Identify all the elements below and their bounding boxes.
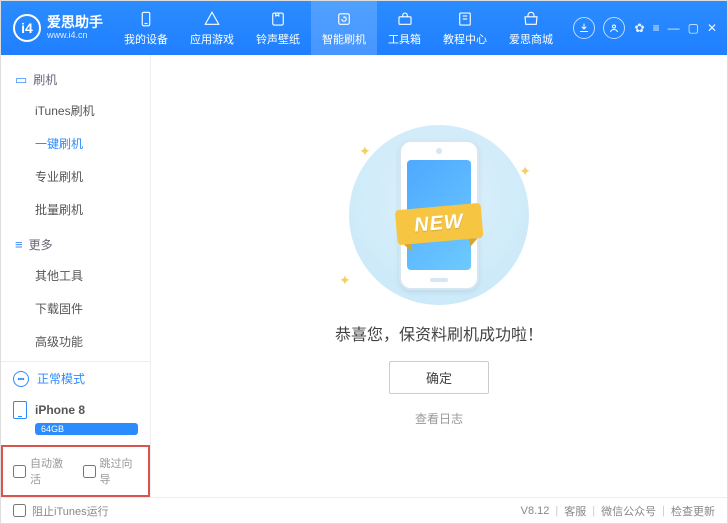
- success-illustration: ✦✦✦ NEW: [329, 125, 549, 305]
- mode-icon: [13, 371, 29, 387]
- service-link[interactable]: 客服: [564, 503, 586, 519]
- sidebar-item[interactable]: 高级功能: [1, 325, 150, 358]
- maximize-icon[interactable]: ▢: [688, 21, 699, 35]
- app-url: www.i4.cn: [47, 31, 103, 41]
- tab-label: 智能刷机: [322, 31, 366, 47]
- menu-icon[interactable]: ≡: [653, 21, 660, 35]
- logo-icon: i4: [13, 14, 41, 42]
- content-area: ✦✦✦ NEW 恭喜您，保资料刷机成功啦！ 确定 查看日志: [151, 55, 727, 497]
- success-text: 恭喜您，保资料刷机成功啦！: [335, 321, 543, 345]
- section-icon: ▭: [15, 72, 27, 88]
- sidebar-section-title[interactable]: ▭刷机: [1, 65, 150, 94]
- book-icon: [456, 10, 474, 28]
- refresh-icon: [335, 10, 353, 28]
- tab-label: 我的设备: [124, 31, 168, 47]
- app-window: i4 爱思助手 www.i4.cn 我的设备 应用游戏 铃声壁纸 智能刷机 工具箱 教程中…: [0, 0, 728, 524]
- app-title: 爱思助手: [47, 15, 103, 30]
- header: i4 爱思助手 www.i4.cn 我的设备 应用游戏 铃声壁纸 智能刷机 工具箱 教程中…: [1, 1, 727, 55]
- auto-activate-check[interactable]: 自动激活: [13, 455, 69, 487]
- device-info[interactable]: iPhone 8 64GB: [1, 395, 150, 445]
- tab-shop[interactable]: 爱思商城: [498, 1, 564, 55]
- phone-icon: [137, 10, 155, 28]
- tab-apps[interactable]: 应用游戏: [179, 1, 245, 55]
- app-logo[interactable]: i4 爱思助手 www.i4.cn: [1, 14, 113, 42]
- ok-button[interactable]: 确定: [389, 361, 489, 394]
- version-label: V8.12: [521, 505, 550, 517]
- sidebar-item[interactable]: 下载固件: [1, 292, 150, 325]
- device-phone-icon: [13, 401, 27, 419]
- apps-icon: [203, 10, 221, 28]
- section-icon: ≡: [15, 237, 23, 252]
- sidebar-item[interactable]: 专业刷机: [1, 160, 150, 193]
- tab-label: 工具箱: [388, 31, 421, 47]
- ribbon-label: NEW: [395, 203, 483, 245]
- tab-note[interactable]: 铃声壁纸: [245, 1, 311, 55]
- tab-label: 应用游戏: [190, 31, 234, 47]
- tab-label: 教程中心: [443, 31, 487, 47]
- close-icon[interactable]: ✕: [707, 21, 717, 35]
- mode-selector[interactable]: 正常模式: [1, 362, 150, 395]
- sidebar-item[interactable]: iTunes刷机: [1, 94, 150, 127]
- shop-icon: [522, 10, 540, 28]
- minimize-icon[interactable]: —: [668, 21, 680, 35]
- sidebar-bottom: 正常模式 iPhone 8 64GB 自动激活 跳过向导: [1, 361, 150, 497]
- tab-phone[interactable]: 我的设备: [113, 1, 179, 55]
- wechat-link[interactable]: 微信公众号: [601, 503, 656, 519]
- body: ▭刷机iTunes刷机一键刷机专业刷机批量刷机 ≡更多其他工具下载固件高级功能 正…: [1, 55, 727, 497]
- tab-refresh[interactable]: 智能刷机: [311, 1, 377, 55]
- window-controls: ✿ ≡ — ▢ ✕: [635, 1, 727, 55]
- update-link[interactable]: 检查更新: [671, 503, 715, 519]
- sidebar-item[interactable]: 其他工具: [1, 259, 150, 292]
- device-storage-badge: 64GB: [35, 423, 138, 435]
- device-name: iPhone 8: [35, 403, 85, 417]
- header-right-icons: [569, 17, 635, 39]
- sidebar: ▭刷机iTunes刷机一键刷机专业刷机批量刷机 ≡更多其他工具下载固件高级功能 正…: [1, 55, 151, 497]
- sidebar-checks: 自动激活 跳过向导: [1, 445, 150, 497]
- sidebar-section-title[interactable]: ≡更多: [1, 230, 150, 259]
- download-icon[interactable]: [573, 17, 595, 39]
- skip-wizard-check[interactable]: 跳过向导: [83, 455, 139, 487]
- sidebar-item[interactable]: 一键刷机: [1, 127, 150, 160]
- tab-label: 铃声壁纸: [256, 31, 300, 47]
- tab-book[interactable]: 教程中心: [432, 1, 498, 55]
- note-icon: [269, 10, 287, 28]
- mode-label: 正常模式: [37, 370, 85, 387]
- settings-icon[interactable]: ✿: [635, 21, 645, 35]
- view-log-link[interactable]: 查看日志: [415, 410, 463, 427]
- tab-label: 爱思商城: [509, 31, 553, 47]
- tab-toolbox[interactable]: 工具箱: [377, 1, 432, 55]
- account-icon[interactable]: [603, 17, 625, 39]
- block-itunes-check[interactable]: 阻止iTunes运行: [13, 503, 109, 519]
- header-tabs: 我的设备 应用游戏 铃声壁纸 智能刷机 工具箱 教程中心 爱思商城: [113, 1, 569, 55]
- sidebar-item[interactable]: 批量刷机: [1, 193, 150, 226]
- footer: 阻止iTunes运行 V8.12 | 客服 | 微信公众号 | 检查更新: [1, 497, 727, 523]
- toolbox-icon: [396, 10, 414, 28]
